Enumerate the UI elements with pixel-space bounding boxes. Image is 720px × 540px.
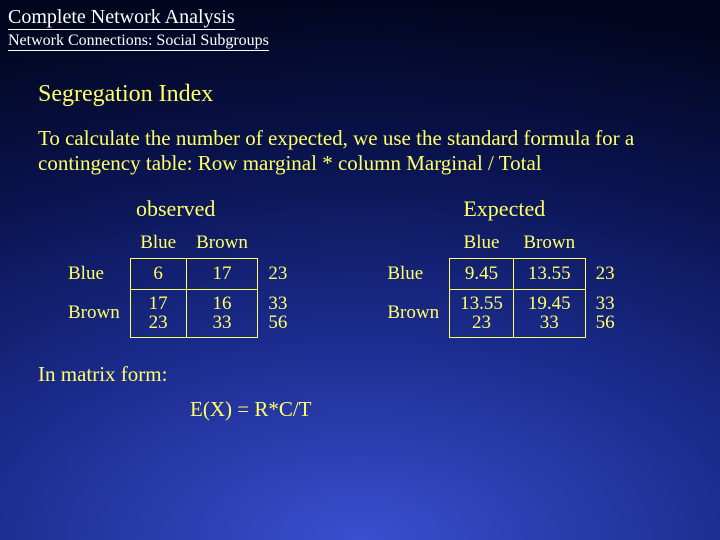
body-paragraph: To calculate the number of expected, we … — [38, 126, 682, 176]
expected-r1c1: 9.45 — [450, 258, 514, 289]
expected-row-brown-label: Brown — [377, 289, 449, 338]
observed-r2c2: 16 33 — [186, 289, 258, 338]
matrix-form-label: In matrix form: — [0, 362, 720, 387]
expected-r2c1: 13.55 23 — [450, 289, 514, 338]
observed-r1-marginal: 23 — [258, 258, 298, 289]
section-heading: Segregation Index — [38, 81, 682, 108]
formula: E(X) = R*C/T — [0, 397, 720, 422]
expected-col-brown: Brown — [513, 228, 585, 259]
slide-subtitle: Network Connections: Social Subgroups — [8, 32, 269, 51]
observed-title: observed — [58, 196, 297, 222]
observed-r2-marginal: 33 56 — [258, 289, 298, 338]
observed-col-blue: Blue — [130, 228, 186, 259]
slide-title: Complete Network Analysis — [8, 6, 235, 30]
expected-col-blue: Blue — [450, 228, 514, 259]
expected-row-blue-label: Blue — [377, 258, 449, 289]
observed-table: Blue Brown Blue 6 17 23 Brown 17 23 — [58, 228, 297, 339]
observed-block: observed Blue Brown Blue 6 17 23 Brown — [58, 196, 297, 339]
expected-r2c2: 19.45 33 — [513, 289, 585, 338]
observed-r1c1: 6 — [130, 258, 186, 289]
expected-r1c2: 13.55 — [513, 258, 585, 289]
observed-r2c1: 17 23 — [130, 289, 186, 338]
expected-block: Expected Blue Brown Blue 9.45 13.55 23 B… — [377, 196, 624, 339]
observed-r1c2: 17 — [186, 258, 258, 289]
expected-r2-marginal: 33 56 — [585, 289, 625, 338]
observed-col-brown: Brown — [186, 228, 258, 259]
expected-table: Blue Brown Blue 9.45 13.55 23 Brown 13.5… — [377, 228, 624, 339]
observed-row-blue-label: Blue — [58, 258, 130, 289]
observed-row-brown-label: Brown — [58, 289, 130, 338]
expected-title: Expected — [377, 196, 624, 222]
expected-r1-marginal: 23 — [585, 258, 625, 289]
